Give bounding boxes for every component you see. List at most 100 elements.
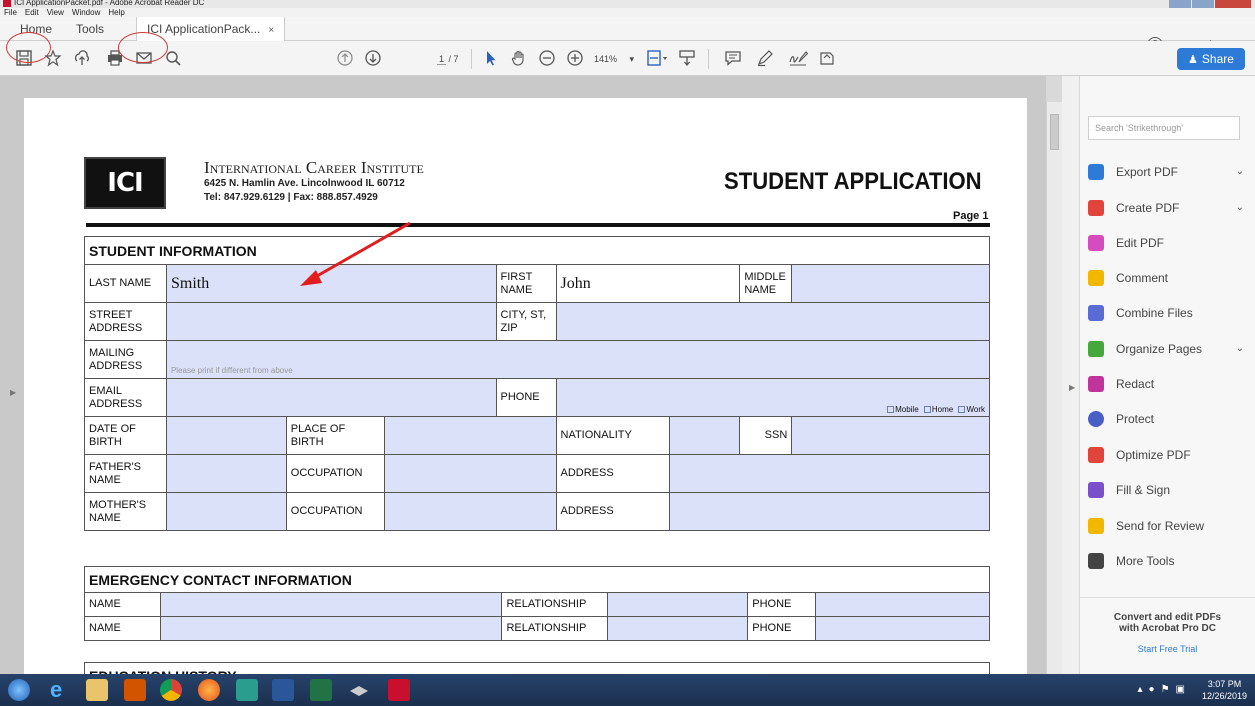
zoom-value: 141% (594, 54, 618, 64)
protect-shield-icon (1088, 411, 1104, 427)
tool-label: Create PDF (1116, 201, 1180, 215)
acrobat-taskbar-icon[interactable] (388, 679, 410, 701)
tab-bar: Home Tools ICI ApplicationPack...× ? Sig… (0, 17, 1255, 53)
toolbar: 1 / 7 141% ▾ ♟ Share (0, 32, 1255, 76)
clock[interactable]: 3:07 PM 12/26/2019 (1202, 678, 1247, 702)
tool-protect[interactable]: Protect (1088, 407, 1248, 431)
share-people-icon: ♟ (1188, 54, 1198, 66)
chevron-down-icon[interactable]: ⌄ (1236, 337, 1244, 361)
hand-tool-icon[interactable] (510, 49, 528, 67)
scrolling-mode-icon[interactable] (678, 49, 696, 67)
start-button-icon[interactable] (8, 679, 30, 701)
search-icon[interactable] (164, 49, 182, 67)
promo-line-2: with Acrobat Pro DC (1119, 623, 1216, 634)
stack-app-icon[interactable] (348, 679, 370, 701)
left-pane-expand-icon[interactable]: ▶ (10, 388, 16, 397)
close-window-button[interactable] (1215, 0, 1251, 8)
tool-label: Redact (1116, 377, 1155, 391)
media-player-icon[interactable] (124, 679, 146, 701)
current-page[interactable]: 1 (437, 54, 447, 65)
tool-label: Comment (1116, 271, 1169, 285)
previous-page-icon[interactable] (336, 49, 354, 67)
create-pdf-icon (1088, 200, 1104, 216)
fill-sign-icon (1088, 482, 1104, 498)
zoom-in-icon[interactable] (566, 49, 584, 67)
menu-help[interactable]: Help (108, 8, 124, 17)
tool-send-for-review[interactable]: Send for Review (1088, 514, 1248, 538)
share-label: Share (1201, 52, 1234, 66)
system-tray[interactable]: ▴●⚑▣ (1138, 684, 1191, 695)
upload-cloud-icon[interactable] (73, 49, 91, 67)
page-fit-icon[interactable] (646, 49, 668, 67)
publisher-icon[interactable] (236, 679, 258, 701)
menu-window[interactable]: Window (72, 8, 100, 17)
windows-taskbar: e ▴●⚑▣ 3:07 PM 12/26/2019 (0, 674, 1255, 706)
minimize-button[interactable] (1169, 0, 1191, 8)
start-free-trial-link[interactable]: Start Free Trial (1080, 644, 1255, 654)
clock-time: 3:07 PM (1207, 679, 1242, 689)
menu-edit[interactable]: Edit (25, 8, 39, 17)
chevron-down-icon[interactable]: ⌄ (1236, 196, 1244, 220)
chevron-down-icon[interactable]: ⌄ (1236, 160, 1244, 184)
tool-label: Optimize PDF (1116, 448, 1191, 462)
tool-label: Fill & Sign (1116, 483, 1171, 497)
bookmark-star-icon[interactable] (44, 49, 62, 67)
excel-icon[interactable] (310, 679, 332, 701)
promo-line-1: Convert and edit PDFs (1113, 612, 1222, 623)
tab-tools[interactable]: Tools (76, 17, 104, 41)
tool-comment[interactable]: Comment (1088, 266, 1248, 290)
window-title: ICI ApplicationPacket.pdf - Adobe Acroba… (14, 0, 205, 7)
next-page-icon[interactable] (364, 49, 382, 67)
menu-file[interactable]: File (4, 8, 17, 17)
read-aloud-icon[interactable] (818, 49, 836, 67)
tool-optimize-pdf[interactable]: Optimize PDF (1088, 443, 1248, 467)
tool-create-pdf[interactable]: Create PDF ⌄ (1088, 196, 1248, 220)
zoom-out-icon[interactable] (538, 49, 556, 67)
chrome-icon[interactable] (160, 679, 182, 701)
highlight-pen-icon[interactable] (756, 49, 774, 67)
share-button[interactable]: ♟ Share (1177, 48, 1245, 70)
page-number-field[interactable]: 1 / 7 (437, 54, 459, 65)
tool-redact[interactable]: Redact (1088, 372, 1248, 396)
optimize-pdf-icon (1088, 447, 1104, 463)
zoom-level-dropdown[interactable]: 141% ▾ (594, 54, 634, 65)
more-tools-icon (1088, 553, 1104, 569)
sign-icon[interactable] (788, 49, 808, 67)
send-for-review-icon (1088, 518, 1104, 534)
tool-more-tools[interactable]: More Tools (1088, 549, 1248, 573)
toolbar-separator (708, 49, 709, 69)
internet-explorer-icon[interactable]: e (50, 679, 72, 701)
tool-label: Organize Pages (1116, 342, 1203, 356)
tool-label: Combine Files (1116, 306, 1193, 320)
menu-view[interactable]: View (47, 8, 64, 17)
tool-export-pdf[interactable]: Export PDF ⌄ (1088, 160, 1248, 184)
tools-pane: Search 'Strikethrough' Export PDF ⌄ Creat… (1080, 76, 1255, 674)
comment-tool-icon (1088, 270, 1104, 286)
vertical-scrollbar[interactable] (1046, 102, 1062, 674)
scrollbar-thumb[interactable] (1050, 114, 1059, 150)
tool-edit-pdf[interactable]: Edit PDF (1088, 231, 1248, 255)
close-tab-icon[interactable]: × (268, 25, 274, 36)
document-viewport[interactable]: ▶ ICI International Career Institute 642… (0, 76, 1046, 674)
right-pane-collapse-icon[interactable]: ▶ (1069, 383, 1075, 392)
upgrade-promo: Convert and edit PDFs with Acrobat Pro D… (1080, 597, 1255, 654)
firefox-icon[interactable] (198, 679, 220, 701)
window-controls (1169, 0, 1251, 8)
maximize-button[interactable] (1192, 0, 1214, 8)
word-icon[interactable] (272, 679, 294, 701)
select-cursor-icon[interactable] (482, 49, 500, 67)
file-explorer-icon[interactable] (86, 679, 108, 701)
redact-icon (1088, 376, 1104, 392)
tool-combine-files[interactable]: Combine Files (1088, 301, 1248, 325)
tool-fill-sign[interactable]: Fill & Sign (1088, 478, 1248, 502)
tool-label: More Tools (1116, 554, 1175, 568)
comment-icon[interactable] (724, 49, 742, 67)
pdf-page: ICI International Career Institute 6425 … (24, 98, 1027, 674)
toolbar-separator (471, 49, 472, 69)
clock-date: 12/26/2019 (1201, 691, 1247, 701)
search-tools-input[interactable]: Search 'Strikethrough' (1088, 116, 1240, 140)
acrobat-app-icon (3, 0, 11, 7)
tool-label: Export PDF (1116, 165, 1179, 179)
export-pdf-icon (1088, 164, 1104, 180)
tool-organize-pages[interactable]: Organize Pages ⌄ (1088, 337, 1248, 361)
